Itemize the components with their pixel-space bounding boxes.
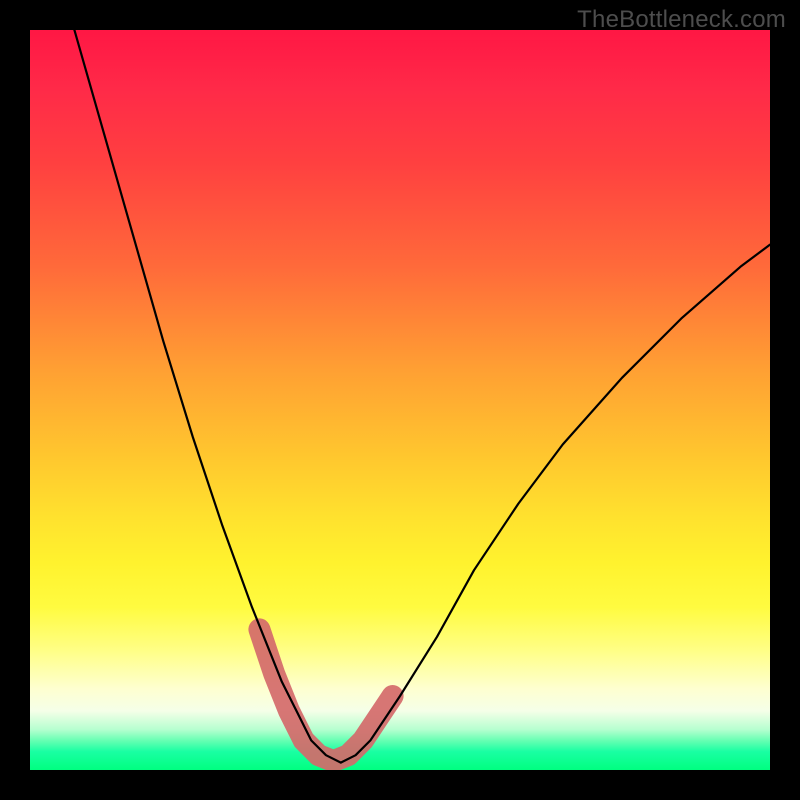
chart-outer-frame: TheBottleneck.com bbox=[0, 0, 800, 800]
highlight-band bbox=[259, 629, 392, 761]
bottleneck-curve bbox=[74, 30, 770, 763]
watermark-text: TheBottleneck.com bbox=[577, 6, 786, 34]
curve-layer bbox=[30, 30, 770, 770]
plot-area bbox=[30, 30, 770, 770]
